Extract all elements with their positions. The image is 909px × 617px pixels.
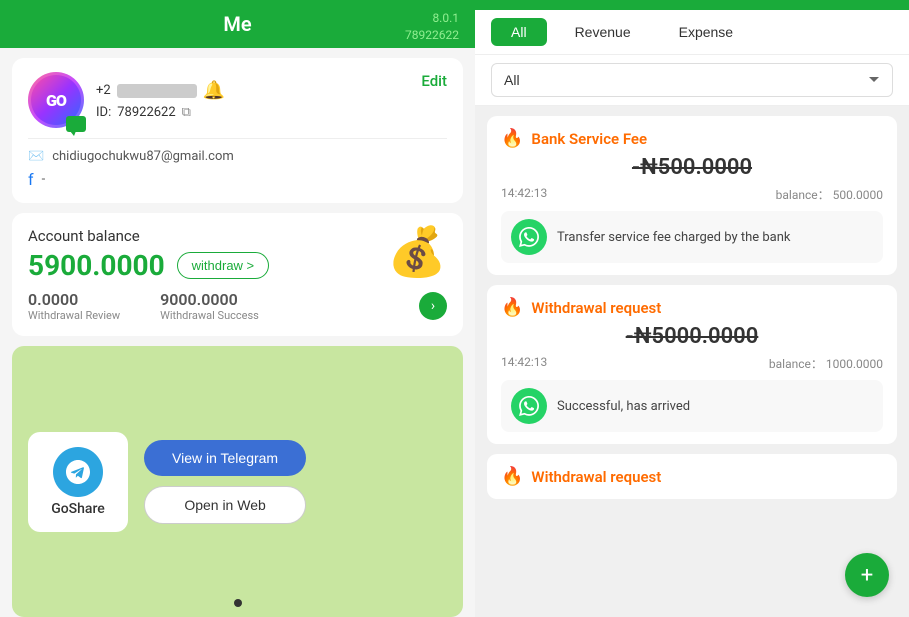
edit-button[interactable]: Edit [421,72,447,90]
transactions-container: 🔥 Bank Service Fee -₦500.0000 14:42:13 b… [475,106,909,617]
right-top-bar [475,0,909,10]
email-icon: ✉️ [28,149,44,164]
tx2-balance: balance： 1000.0000 [769,355,883,372]
left-header: Me 8.0.1 78922622 [0,0,475,48]
tx1-note-text: Transfer service fee charged by the bank [557,230,791,245]
tab-all[interactable]: All [491,18,547,46]
success-item: 9000.0000 Withdrawal Success [160,290,259,322]
profile-divider [28,138,447,139]
profile-name-area: +2 🔔 ID: 78922622 ⧉ [96,80,447,120]
telegram-logo-icon [53,447,103,497]
tx1-header: 🔥 Bank Service Fee [501,128,883,149]
filter-select[interactable]: All Revenue Expense [491,63,893,97]
decorative-icon: 🔔 [203,80,225,101]
transaction-card-3: 🔥 Withdrawal request [487,454,897,499]
carousel-dot [234,599,242,607]
transaction-card: 🔥 Bank Service Fee -₦500.0000 14:42:13 b… [487,116,897,275]
balance-sub-row: 0.0000 Withdrawal Review 9000.0000 Withd… [28,290,447,322]
tx1-time: 14:42:13 [501,186,547,203]
balance-amount: 5900.0000 [28,249,165,282]
withdraw-button[interactable]: withdraw > [177,252,270,279]
tx2-header: 🔥 Withdrawal request [501,297,883,318]
profile-card: GO +2 🔔 ID: 78922622 ⧉ Edit ✉️ [12,58,463,203]
profile-name-bar: +2 🔔 [96,80,447,101]
page-title: Me [223,12,251,36]
balance-card: Account balance 5900.0000 withdraw > 💰 0… [12,213,463,336]
view-telegram-button[interactable]: View in Telegram [144,440,306,476]
tx1-title: Bank Service Fee [531,130,647,148]
tx1-meta: 14:42:13 balance： 500.0000 [501,186,883,203]
fire-icon-3: 🔥 [501,466,523,487]
whatsapp-icon-2 [511,388,547,424]
tx2-title: Withdrawal request [531,299,661,317]
fb-value: - [42,172,46,187]
tab-revenue[interactable]: Revenue [555,18,651,46]
tx3-title: Withdrawal request [531,468,661,486]
fire-icon-2: 🔥 [501,297,523,318]
header-info: 8.0.1 78922622 [405,10,459,44]
review-amount: 0.0000 [28,290,120,309]
email-value: chidiugochukwu87@gmail.com [52,149,234,164]
tx1-note: Transfer service fee charged by the bank [501,211,883,263]
profile-email: ✉️ chidiugochukwu87@gmail.com [28,149,447,164]
id-label: ID: [96,105,111,120]
transaction-card-2: 🔥 Withdrawal request -₦5000.0000 14:42:1… [487,285,897,444]
transactions-list: 🔥 Bank Service Fee -₦500.0000 14:42:13 b… [475,106,909,617]
goshare-label: GoShare [51,501,105,517]
tx2-time: 14:42:13 [501,355,547,372]
tx2-note: Successful, has arrived [501,380,883,432]
profile-fb: f - [28,170,447,189]
copy-icon[interactable]: ⧉ [182,105,191,120]
coin-emoji: 💰 [387,223,447,280]
tx1-balance: balance： 500.0000 [776,186,883,203]
whatsapp-icon-1 [511,219,547,255]
tab-expense[interactable]: Expense [659,18,753,46]
fire-icon-1: 🔥 [501,128,523,149]
name-blur [117,84,197,98]
tab-bar: All Revenue Expense [475,10,909,55]
success-amount: 9000.0000 [160,290,259,309]
tx1-amount: -₦500.0000 [501,155,883,180]
tx2-amount: -₦5000.0000 [501,324,883,349]
id-value: 78922622 [117,105,175,120]
avatar: GO [28,72,84,128]
tx3-header: 🔥 Withdrawal request [501,466,883,487]
left-panel: Me 8.0.1 78922622 GO +2 🔔 ID: [0,0,475,617]
tx2-meta: 14:42:13 balance： 1000.0000 [501,355,883,372]
balance-row: 5900.0000 withdraw > [28,249,447,282]
goshare-logo-box: GoShare [28,432,128,532]
goshare-card: GoShare View in Telegram Open in Web [12,346,463,617]
goshare-buttons: View in Telegram Open in Web [144,440,306,524]
profile-top: GO +2 🔔 ID: 78922622 ⧉ Edit [28,72,447,128]
balance-label: Account balance [28,227,447,245]
avatar-logo-text: GO [46,91,66,110]
success-label: Withdrawal Success [160,309,259,322]
avatar-bubble [66,116,86,132]
version-number: 8.0.1 [405,10,459,27]
tx2-note-text: Successful, has arrived [557,399,690,414]
plus-indicator: +2 [96,83,111,98]
review-label: Withdrawal Review [28,309,120,322]
filter-row: All Revenue Expense [475,55,909,106]
open-web-button[interactable]: Open in Web [144,486,306,524]
right-panel: All Revenue Expense All Revenue Expense … [475,0,909,617]
fab-button[interactable]: + [845,553,889,597]
next-arrow-button[interactable]: › [419,292,447,320]
header-userid: 78922622 [405,27,459,44]
profile-id: ID: 78922622 ⧉ [96,105,447,120]
facebook-icon: f [28,170,34,189]
review-item: 0.0000 Withdrawal Review [28,290,120,322]
